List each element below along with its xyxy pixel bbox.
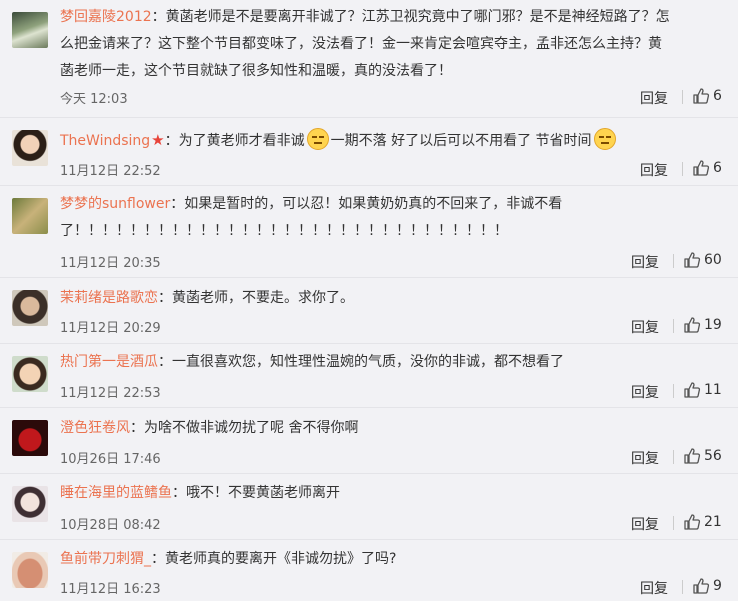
comment-username[interactable]: 澄色狂卷风 bbox=[60, 420, 130, 436]
comment-username[interactable]: 鱼前带刀刺猬_ bbox=[60, 551, 151, 567]
avatar[interactable] bbox=[12, 12, 48, 48]
reply-button[interactable]: 回复 bbox=[631, 252, 659, 272]
divider bbox=[673, 319, 674, 333]
comment-username[interactable]: TheWindsing bbox=[60, 133, 150, 149]
red-star-badge-icon: ★ bbox=[151, 131, 165, 149]
reply-button[interactable]: 回复 bbox=[631, 514, 659, 534]
comment-item: TheWindsing★：为了黄老师才看非诚 一期不落 好了以后可以不用看了 节省… bbox=[0, 118, 738, 186]
like-count: 6 bbox=[713, 160, 722, 176]
comment-item: 热门第一是酒瓜：一直很喜欢您，知性理性温婉的气质，没你的非诚，都不想看了 11月… bbox=[0, 344, 738, 408]
like-button[interactable]: 6 bbox=[692, 159, 722, 177]
divider bbox=[682, 162, 683, 176]
comment-username[interactable]: 睡在海里的蓝鳍鱼 bbox=[60, 485, 172, 501]
avatar[interactable] bbox=[12, 486, 48, 522]
comment-item: 茉莉绪是路歌恋：黄菡老师，不要走。求你了。 11月12日 20:29 回复 19 bbox=[0, 278, 738, 344]
thumbs-up-icon bbox=[684, 514, 701, 530]
like-count: 9 bbox=[713, 578, 722, 594]
comment-text: 梦回嘉陵2012：黄菡老师是不是要离开非诚了？江苏卫视究竟中了哪门邪？是不是神经… bbox=[60, 9, 670, 79]
smiley-emoji-icon bbox=[306, 128, 329, 150]
divider bbox=[673, 450, 674, 464]
avatar[interactable] bbox=[12, 356, 48, 392]
comment-username[interactable]: 茉莉绪是路歌恋 bbox=[60, 290, 158, 306]
comment-username[interactable]: 梦梦的sunflower bbox=[60, 196, 170, 212]
avatar[interactable] bbox=[12, 198, 48, 234]
like-count: 56 bbox=[704, 448, 722, 464]
comment-time: 今天 12:03 bbox=[60, 92, 128, 107]
divider bbox=[682, 90, 683, 104]
comment-text: 睡在海里的蓝鳍鱼：哦不！不要黄菡老师离开 bbox=[60, 485, 340, 501]
like-count: 6 bbox=[713, 88, 722, 104]
comment-text: 澄色狂卷风：为啥不做非诚勿扰了呢 舍不得你啊 bbox=[60, 420, 359, 436]
like-count: 19 bbox=[704, 317, 722, 333]
avatar[interactable] bbox=[12, 290, 48, 326]
comment-time: 11月12日 16:23 bbox=[60, 582, 161, 597]
comment-time: 11月12日 22:53 bbox=[60, 386, 161, 401]
divider bbox=[673, 516, 674, 530]
comment-item: 睡在海里的蓝鳍鱼：哦不！不要黄菡老师离开 10月28日 08:42 回复 21 bbox=[0, 474, 738, 540]
comment-text: 热门第一是酒瓜：一直很喜欢您，知性理性温婉的气质，没你的非诚，都不想看了 bbox=[60, 354, 564, 370]
comment-time: 11月12日 20:29 bbox=[60, 321, 161, 336]
avatar[interactable] bbox=[12, 130, 48, 166]
comment-item: 梦回嘉陵2012：黄菡老师是不是要离开非诚了？江苏卫视究竟中了哪门邪？是不是神经… bbox=[0, 0, 738, 118]
avatar[interactable] bbox=[12, 552, 48, 588]
reply-button[interactable]: 回复 bbox=[631, 382, 659, 402]
like-button[interactable]: 56 bbox=[683, 447, 722, 465]
reply-button[interactable]: 回复 bbox=[631, 448, 659, 468]
comment-item: 梦梦的sunflower：如果是暂时的，可以忍！如果黄奶奶真的不回来了，非诚不看… bbox=[0, 186, 738, 278]
smiley-emoji-icon bbox=[593, 128, 616, 150]
like-button[interactable]: 19 bbox=[683, 316, 722, 334]
comment-username[interactable]: 热门第一是酒瓜 bbox=[60, 354, 158, 370]
like-button[interactable]: 6 bbox=[692, 87, 722, 105]
comment-item: 澄色狂卷风：为啥不做非诚勿扰了呢 舍不得你啊 10月26日 17:46 回复 5… bbox=[0, 408, 738, 474]
thumbs-up-icon bbox=[684, 252, 701, 268]
comment-text: 梦梦的sunflower：如果是暂时的，可以忍！如果黄奶奶真的不回来了，非诚不看… bbox=[60, 196, 563, 239]
comment-time: 10月28日 08:42 bbox=[60, 518, 161, 533]
like-button[interactable]: 11 bbox=[683, 381, 722, 399]
avatar[interactable] bbox=[12, 420, 48, 456]
comment-text: 鱼前带刀刺猬_：黄老师真的要离开《非诚勿扰》了吗? bbox=[60, 551, 397, 567]
thumbs-up-icon bbox=[693, 88, 710, 104]
thumbs-up-icon bbox=[693, 160, 710, 176]
like-button[interactable]: 9 bbox=[692, 577, 722, 595]
like-count: 21 bbox=[704, 514, 722, 530]
comment-time: 10月26日 17:46 bbox=[60, 452, 161, 467]
reply-button[interactable]: 回复 bbox=[640, 578, 668, 598]
comment-time: 11月12日 22:52 bbox=[60, 164, 161, 179]
comment-time: 11月12日 20:35 bbox=[60, 256, 161, 271]
reply-button[interactable]: 回复 bbox=[631, 317, 659, 337]
divider bbox=[682, 580, 683, 594]
thumbs-up-icon bbox=[684, 317, 701, 333]
reply-button[interactable]: 回复 bbox=[640, 160, 668, 180]
thumbs-up-icon bbox=[684, 448, 701, 464]
like-count: 60 bbox=[704, 252, 722, 268]
comment-text: 茉莉绪是路歌恋：黄菡老师，不要走。求你了。 bbox=[60, 290, 354, 306]
like-count: 11 bbox=[704, 382, 722, 398]
divider bbox=[673, 384, 674, 398]
like-button[interactable]: 60 bbox=[683, 251, 722, 269]
comment-username[interactable]: 梦回嘉陵2012 bbox=[60, 9, 152, 25]
divider bbox=[673, 254, 674, 268]
thumbs-up-icon bbox=[684, 382, 701, 398]
comment-text: TheWindsing★：为了黄老师才看非诚 一期不落 好了以后可以不用看了 节省… bbox=[60, 127, 675, 155]
thumbs-up-icon bbox=[693, 578, 710, 594]
like-button[interactable]: 21 bbox=[683, 513, 722, 531]
comment-item: 鱼前带刀刺猬_：黄老师真的要离开《非诚勿扰》了吗? 11月12日 16:23 回… bbox=[0, 540, 738, 601]
reply-button[interactable]: 回复 bbox=[640, 88, 668, 108]
